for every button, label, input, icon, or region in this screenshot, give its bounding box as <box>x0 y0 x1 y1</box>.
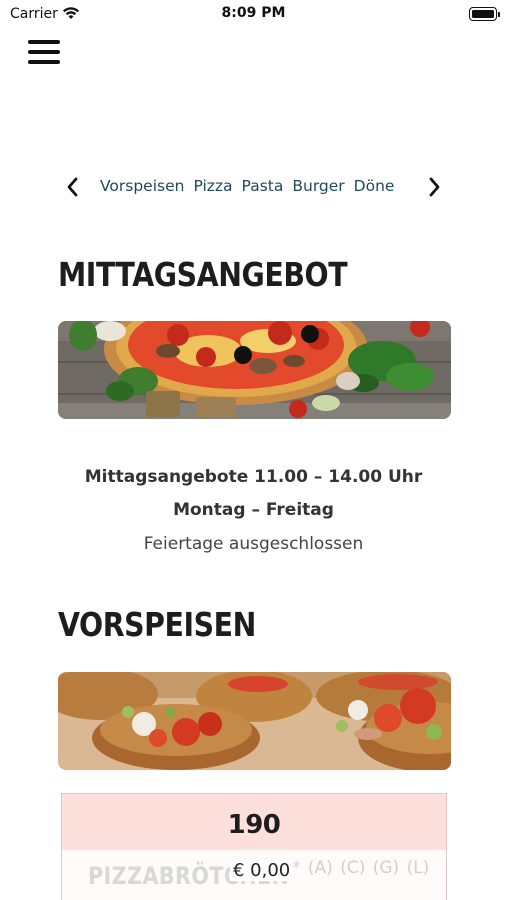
menu-item-card[interactable]: 190 PIZZABRÖTCHEN € 0,00 * (A) (C) (G) (… <box>61 793 447 900</box>
nav-item-doener[interactable]: Döne <box>354 177 395 195</box>
status-time: 8:09 PM <box>221 5 286 21</box>
item-number: 190 <box>227 810 281 840</box>
pizza-banner-image <box>58 321 451 419</box>
nav-item-burger[interactable]: Burger <box>292 177 344 195</box>
item-allergens: * (A) (C) (G) (L) <box>292 858 430 878</box>
bruschetta-banner-image <box>58 672 451 770</box>
chevron-left-icon[interactable] <box>63 176 83 198</box>
item-price: € 0,00 <box>230 860 294 881</box>
nav-item-pasta[interactable]: Pasta <box>242 177 284 195</box>
nav-item-pizza[interactable]: Pizza <box>193 177 232 195</box>
battery-icon <box>469 7 500 21</box>
chevron-right-icon[interactable] <box>424 176 444 198</box>
menu-item-footer: PIZZABRÖTCHEN € 0,00 * (A) (C) (G) (L) <box>62 850 446 900</box>
lunch-days-text: Montag – Freitag <box>173 500 334 520</box>
status-bar: Carrier 8:09 PM <box>0 0 507 28</box>
category-nav: Vorspeisen Pizza Pasta Burger Döne <box>58 170 448 204</box>
lunch-hours-text: Mittagsangebote 11.00 – 14.00 Uhr <box>84 467 423 487</box>
section-title-mittagsangebot: MITTAGSANGEBOT <box>58 255 348 294</box>
hamburger-menu-icon[interactable] <box>26 38 64 68</box>
holiday-note-text: Feiertage ausgeschlossen <box>143 534 364 554</box>
section-title-vorspeisen: VORSPEISEN <box>58 605 256 644</box>
category-list: Vorspeisen Pizza Pasta Burger Döne <box>100 176 414 198</box>
nav-item-vorspeisen[interactable]: Vorspeisen <box>100 177 184 195</box>
